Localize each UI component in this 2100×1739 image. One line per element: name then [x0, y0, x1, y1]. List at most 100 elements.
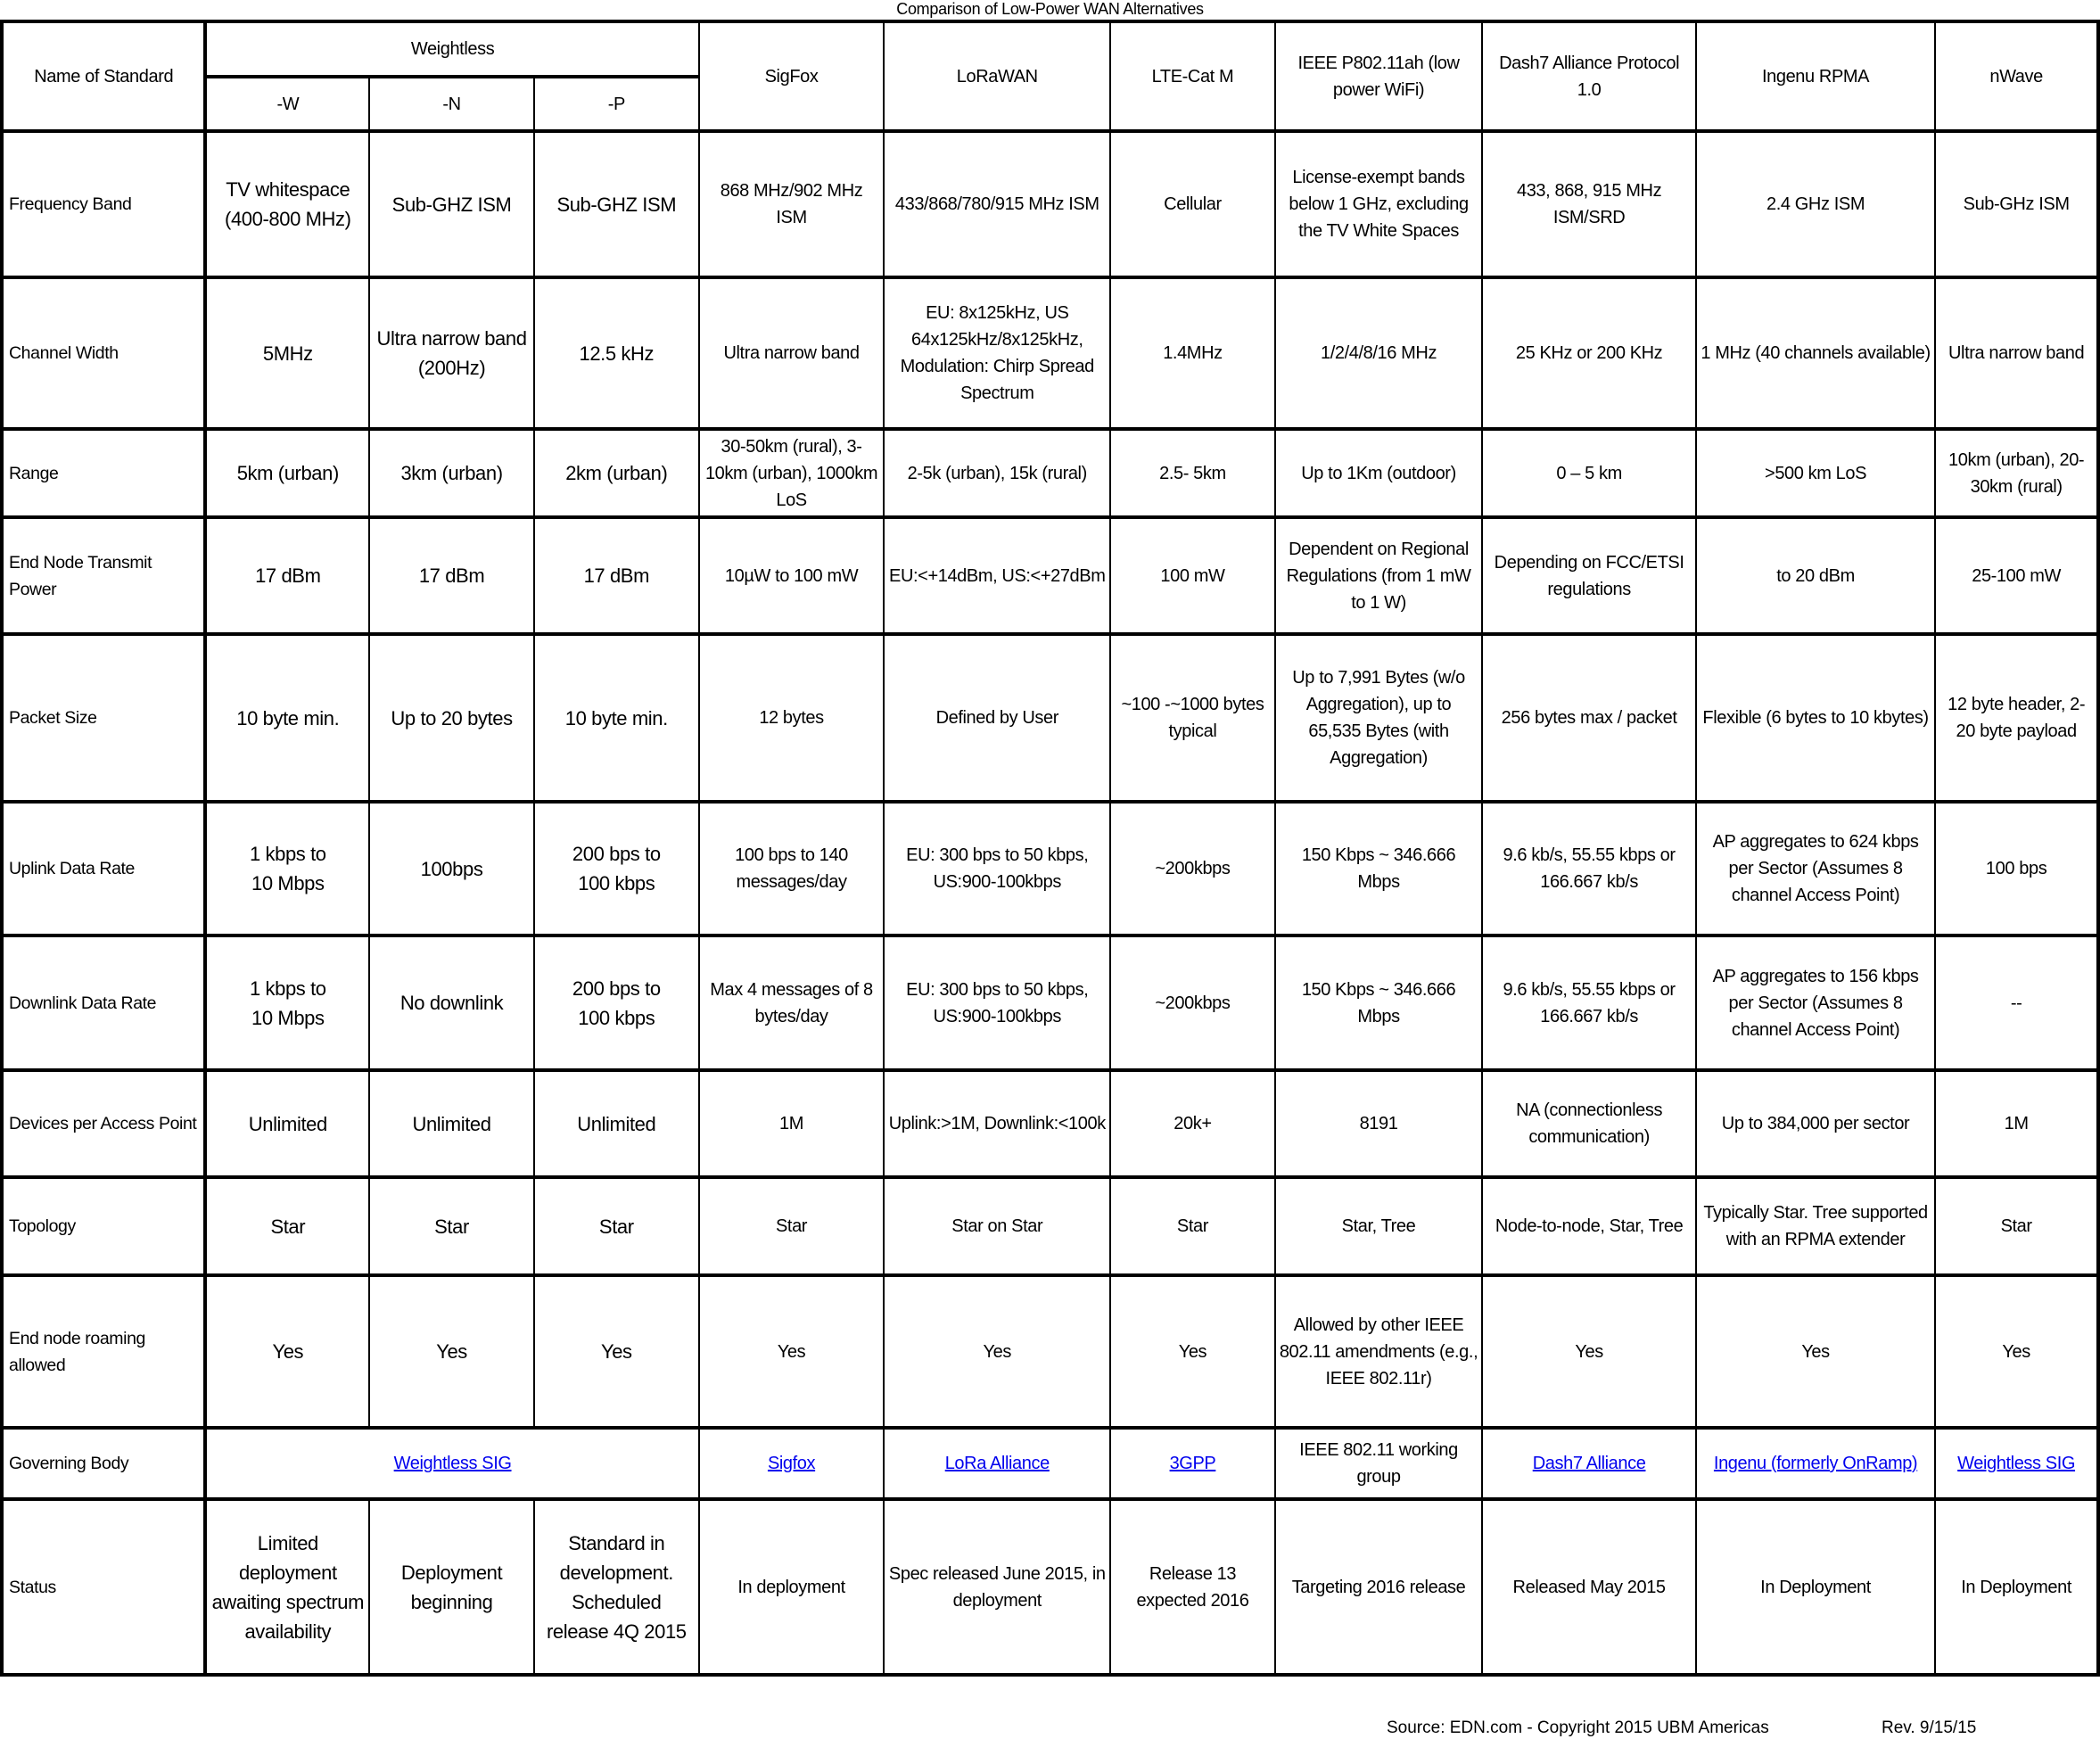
header-row-1: Name of Standard Weightless SigFox LoRaW… — [0, 21, 2099, 132]
cell-weightless-n: Up to 20 bytes — [368, 632, 535, 803]
table-row-uplink-data-rate: Uplink Data Rate 1 kbps to 10 Mbps 100bps 2… — [0, 800, 2099, 936]
cell-weightless-w: TV whitespace (400-800 MHz) — [204, 129, 371, 278]
header-sigfox: SigFox — [697, 21, 885, 132]
cell-lorawan: Defined by User — [883, 632, 1112, 803]
cell-ieee-80211ah: Up to 1Km (outdoor) — [1273, 427, 1484, 518]
cell-lorawan: Spec released June 2015, in deployment — [883, 1497, 1112, 1676]
cell-lte-cat-m: Release 13 expected 2016 — [1109, 1497, 1276, 1676]
cell-weightless-p: 10 byte min. — [532, 632, 700, 803]
cell-weightless-w: 1 kbps to 10 Mbps — [204, 934, 371, 1071]
link-weightless-sig[interactable]: Weightless SIG — [1957, 1454, 2075, 1473]
comparison-table: Name of Standard Weightless SigFox LoRaW… — [0, 20, 2100, 1677]
cell-ingenu-rpma: AP aggregates to 624 kbps per Sector (As… — [1694, 800, 1937, 936]
cell-dash7: 0 – 5 km — [1481, 427, 1697, 518]
cell-weightless-n: Yes — [368, 1273, 535, 1429]
cell-lorawan: EU:<+14dBm, US:<+27dBm — [883, 515, 1112, 635]
cell-dash7: Depending on FCC/ETSI regulations — [1481, 515, 1697, 635]
cell-ingenu-rpma: >500 km LoS — [1694, 427, 1937, 518]
cell-lte-cat-m: 1.4MHz — [1109, 276, 1276, 430]
header-dash7: Dash7 Alliance Protocol 1.0 — [1481, 21, 1697, 132]
link-3gpp[interactable]: 3GPP — [1170, 1454, 1216, 1473]
row-label: Range — [0, 427, 208, 518]
cell-weightless-n: 100bps — [368, 800, 535, 936]
row-label: Frequency Band — [0, 129, 208, 278]
cell-weightless-p: Unlimited — [532, 1068, 700, 1178]
cell-weightless-n: Unlimited — [368, 1068, 535, 1178]
cell-lorawan: LoRa Alliance — [883, 1426, 1112, 1500]
row-label: Topology — [0, 1175, 208, 1276]
revision-note: Rev. 9/15/15 — [1882, 1718, 1977, 1737]
cell-lorawan: EU: 8x125kHz, US 64x125kHz/8x125kHz, Mod… — [883, 276, 1112, 430]
cell-weightless-p: 17 dBm — [532, 515, 700, 635]
cell-ingenu-rpma: 2.4 GHz ISM — [1694, 129, 1937, 278]
header-nwave: nWave — [1934, 21, 2099, 132]
cell-nwave: Weightless SIG — [1934, 1426, 2099, 1500]
cell-lorawan: EU: 300 bps to 50 kbps, US:900-100kbps — [883, 800, 1112, 936]
cell-ieee-80211ah: 1/2/4/8/16 MHz — [1273, 276, 1484, 430]
table-row-status: Status Limited deployment awaiting spectr… — [0, 1497, 2099, 1676]
row-label: End Node Transmit Power — [0, 515, 208, 635]
row-label: Channel Width — [0, 276, 208, 430]
cell-weightless-n: No downlink — [368, 934, 535, 1071]
cell-weightless-p: Yes — [532, 1273, 700, 1429]
cell-sigfox: 12 bytes — [697, 632, 885, 803]
cell-ingenu-rpma: 1 MHz (40 channels available) — [1694, 276, 1937, 430]
table-row-channel-width: Channel Width 5MHz Ultra narrow band (200H… — [0, 276, 2099, 430]
cell-lte-cat-m: 2.5- 5km — [1109, 427, 1276, 518]
cell-nwave: 25-100 mW — [1934, 515, 2099, 635]
cell-sigfox: In deployment — [697, 1497, 885, 1676]
cell-weightless-n: Ultra narrow band (200Hz) — [368, 276, 535, 430]
cell-lorawan: Yes — [883, 1273, 1112, 1429]
cell-ingenu-rpma: Flexible (6 bytes to 10 kbytes) — [1694, 632, 1937, 803]
cell-weightless-p: Star — [532, 1175, 700, 1276]
cell-ieee-80211ah: Targeting 2016 release — [1273, 1497, 1484, 1676]
link-dash7-alliance[interactable]: Dash7 Alliance — [1533, 1454, 1646, 1473]
link-lora-alliance[interactable]: LoRa Alliance — [945, 1454, 1050, 1473]
cell-lte-cat-m: Yes — [1109, 1273, 1276, 1429]
cell-weightless-p: 200 bps to 100 kbps — [532, 800, 700, 936]
link-weightless-sig[interactable]: Weightless SIG — [394, 1454, 512, 1473]
cell-sigfox: 10µW to 100 mW — [697, 515, 885, 635]
cell-nwave: 1M — [1934, 1068, 2099, 1178]
cell-ingenu-rpma: In Deployment — [1694, 1497, 1937, 1676]
link-ingenu-formerly-onramp[interactable]: Ingenu (formerly OnRamp) — [1714, 1454, 1918, 1473]
cell-lorawan: 2-5k (urban), 15k (rural) — [883, 427, 1112, 518]
cell-ingenu-rpma: Ingenu (formerly OnRamp) — [1694, 1426, 1937, 1500]
header-weightless-n: -N — [368, 76, 535, 132]
cell-sigfox: 1M — [697, 1068, 885, 1178]
cell-weightless-w: 5MHz — [204, 276, 371, 430]
cell-dash7: Dash7 Alliance — [1481, 1426, 1697, 1500]
cell-nwave: Star — [1934, 1175, 2099, 1276]
cell-sigfox: 100 bps to 140 messages/day — [697, 800, 885, 936]
header-ieee-80211ah: IEEE P802.11ah (low power WiFi) — [1273, 21, 1484, 132]
row-label: Uplink Data Rate — [0, 800, 208, 936]
cell-weightless-n: 3km (urban) — [368, 427, 535, 518]
cell-lte-cat-m: Star — [1109, 1175, 1276, 1276]
cell-sigfox: Sigfox — [697, 1426, 885, 1500]
row-label: Governing Body — [0, 1426, 208, 1500]
cell-weightless-w: 1 kbps to 10 Mbps — [204, 800, 371, 936]
cell-ingenu-rpma: Yes — [1694, 1273, 1937, 1429]
row-label: Downlink Data Rate — [0, 934, 208, 1071]
cell-ieee-80211ah: IEEE 802.11 working group — [1273, 1426, 1484, 1500]
cell-ieee-80211ah: 150 Kbps ~ 346.666 Mbps — [1273, 934, 1484, 1071]
cell-weightless: Weightless SIG — [204, 1426, 700, 1500]
cell-weightless-p: Standard in development. Scheduled relea… — [532, 1497, 700, 1676]
row-label: Packet Size — [0, 632, 208, 803]
row-label: Status — [0, 1497, 208, 1676]
table-row-governing-body: Governing Body Weightless SIG Sigfox LoRa A… — [0, 1426, 2099, 1500]
cell-dash7: 433, 868, 915 MHz ISM/SRD — [1481, 129, 1697, 278]
table-row-end-node-roaming-allowed: End node roaming allowed Yes Yes Yes Yes Yes Y… — [0, 1273, 2099, 1429]
cell-lte-cat-m: ~100 -~1000 bytes typical — [1109, 632, 1276, 803]
source-note: Source: EDN.com - Copyright 2015 UBM Ame… — [1387, 1718, 1769, 1737]
link-sigfox[interactable]: Sigfox — [768, 1454, 816, 1473]
cell-lorawan: Star on Star — [883, 1175, 1112, 1276]
cell-weightless-p: 2km (urban) — [532, 427, 700, 518]
table-row-range: Range 5km (urban) 3km (urban) 2km (urban) 30… — [0, 427, 2099, 518]
document-title: Comparison of Low-Power WAN Alternatives — [896, 0, 1204, 18]
cell-ieee-80211ah: 8191 — [1273, 1068, 1484, 1178]
cell-nwave: 10km (urban), 20-30km (rural) — [1934, 427, 2099, 518]
cell-ingenu-rpma: to 20 dBm — [1694, 515, 1937, 635]
row-label: Devices per Access Point — [0, 1068, 208, 1178]
cell-dash7: 9.6 kb/s, 55.55 kbps or 166.667 kb/s — [1481, 800, 1697, 936]
